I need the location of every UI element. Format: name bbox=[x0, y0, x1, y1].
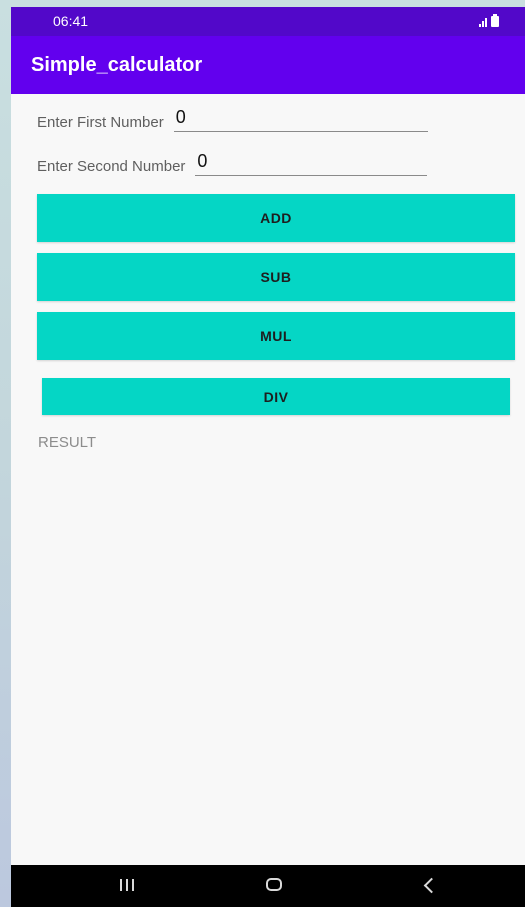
div-button[interactable]: DIV bbox=[42, 378, 510, 415]
signal-icon bbox=[479, 17, 487, 27]
nav-bar bbox=[11, 865, 525, 907]
result-text: RESULT bbox=[38, 434, 97, 451]
second-number-label: Enter Second Number bbox=[37, 158, 186, 175]
first-number-row: Enter First Number bbox=[37, 108, 428, 132]
first-number-input[interactable] bbox=[173, 108, 428, 132]
first-number-label: Enter First Number bbox=[37, 114, 164, 131]
app-bar: Simple_calculator bbox=[11, 36, 525, 94]
status-bar: 06:41 bbox=[11, 7, 525, 36]
status-time: 06:41 bbox=[53, 13, 89, 29]
battery-icon bbox=[491, 14, 499, 27]
add-button[interactable]: ADD bbox=[37, 194, 515, 242]
recent-apps-icon[interactable] bbox=[120, 879, 134, 891]
phone-screen: 06:41 Simple_calculator Enter First Numb… bbox=[11, 7, 525, 907]
status-icons bbox=[479, 14, 499, 27]
mul-button[interactable]: MUL bbox=[37, 312, 515, 360]
second-number-input[interactable] bbox=[195, 152, 428, 176]
app-title: Simple_calculator bbox=[31, 54, 203, 76]
second-number-row: Enter Second Number bbox=[37, 152, 428, 176]
home-icon[interactable] bbox=[266, 878, 282, 891]
sub-button[interactable]: SUB bbox=[37, 253, 515, 301]
back-icon[interactable] bbox=[423, 877, 440, 894]
